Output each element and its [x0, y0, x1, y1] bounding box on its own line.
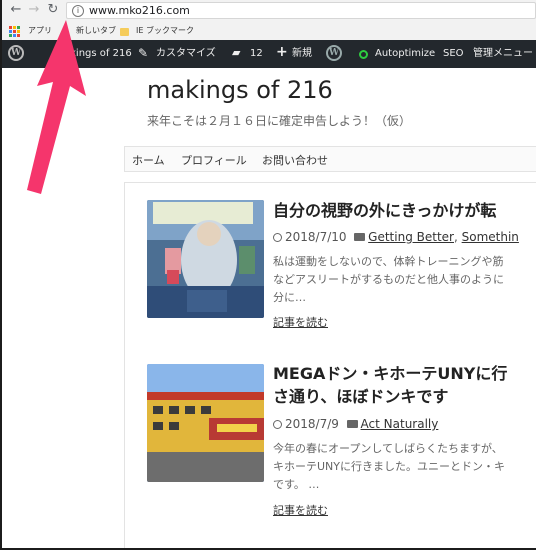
- admin-comments-count[interactable]: 12: [250, 47, 263, 61]
- admin-menu[interactable]: 管理メニュー: [473, 47, 533, 61]
- excerpt-line: 分に…: [273, 291, 306, 304]
- read-more-link[interactable]: 記事を読む: [273, 314, 328, 330]
- site-title[interactable]: makings of 216: [147, 76, 333, 104]
- admin-customize[interactable]: カスタマイズ: [156, 47, 216, 61]
- post-meta: 2018/7/9 Act Naturally: [273, 417, 438, 431]
- excerpt-line: です。 …: [273, 478, 320, 491]
- post-title[interactable]: MEGAドン・キホーテUNYに行 さ通り、ほぼドンキです: [273, 362, 507, 408]
- post-title[interactable]: 自分の視野の外にきっかけが転: [273, 199, 496, 222]
- post-date: 2018/7/10: [285, 230, 347, 244]
- autoptimize-status-icon: [359, 50, 368, 59]
- main-menu: ホーム プロフィール お問い合わせ: [124, 146, 536, 172]
- read-more-link[interactable]: 記事を読む: [273, 502, 328, 518]
- kakigori-photo: [147, 200, 264, 318]
- post-meta: 2018/7/10 Getting Better, Somethin: [273, 230, 519, 244]
- post-excerpt: 私は運動をしないので、体幹トレーニングや筋 などアスリートがするものだと他人事の…: [273, 253, 536, 307]
- bookmark-ie[interactable]: IE ブックマーク: [136, 25, 194, 37]
- post-title-line[interactable]: MEGAドン・キホーテUNYに行: [273, 362, 507, 385]
- wordpress-stats-icon[interactable]: W: [326, 45, 342, 61]
- site-tagline: 来年こそは２月１６日に確定申告しよう！（仮）: [147, 114, 412, 128]
- menu-item-contact[interactable]: お問い合わせ: [262, 152, 328, 168]
- post-title-line[interactable]: さ通り、ほぼドンキです: [273, 385, 507, 408]
- plus-icon: +: [276, 44, 288, 60]
- menu-item-profile[interactable]: プロフィール: [181, 152, 247, 168]
- post-excerpt: 今年の春にオープンしてしばらくたちますが、 キホーテUNYに行きました。ユニーと…: [273, 440, 536, 494]
- comment-icon: ▰: [232, 46, 241, 59]
- excerpt-line: 私は運動をしないので、体幹トレーニングや筋: [273, 255, 504, 268]
- post-thumbnail[interactable]: [147, 200, 264, 318]
- clock-icon: [273, 233, 282, 242]
- category-icon: [354, 233, 366, 241]
- category-link[interactable]: Getting Better: [368, 230, 454, 244]
- category-link[interactable]: Act Naturally: [361, 417, 439, 431]
- store-photo: [147, 364, 264, 482]
- post-date: 2018/7/9: [285, 417, 339, 431]
- annotation-arrow: [27, 20, 86, 194]
- excerpt-line: などアスリートがするものだと他人事のように: [273, 273, 504, 286]
- folder-icon: [120, 28, 129, 36]
- admin-autoptimize[interactable]: Autoptimize: [375, 47, 435, 61]
- clock-icon: [273, 420, 282, 429]
- admin-new[interactable]: 新規: [292, 47, 312, 61]
- menu-item-home[interactable]: ホーム: [132, 152, 165, 168]
- address-bar[interactable]: i www.mko216.com: [66, 2, 536, 19]
- excerpt-line: 今年の春にオープンしてしばらくたちますが、: [273, 442, 503, 455]
- category-icon: [346, 420, 358, 428]
- excerpt-line: キホーテUNYに行きました。ユニーとドン・キ: [273, 460, 505, 473]
- category-link[interactable]: Somethin: [462, 230, 519, 244]
- admin-seo[interactable]: SEO: [443, 47, 464, 61]
- post-thumbnail[interactable]: [147, 364, 264, 482]
- brush-icon: ✎: [138, 46, 149, 60]
